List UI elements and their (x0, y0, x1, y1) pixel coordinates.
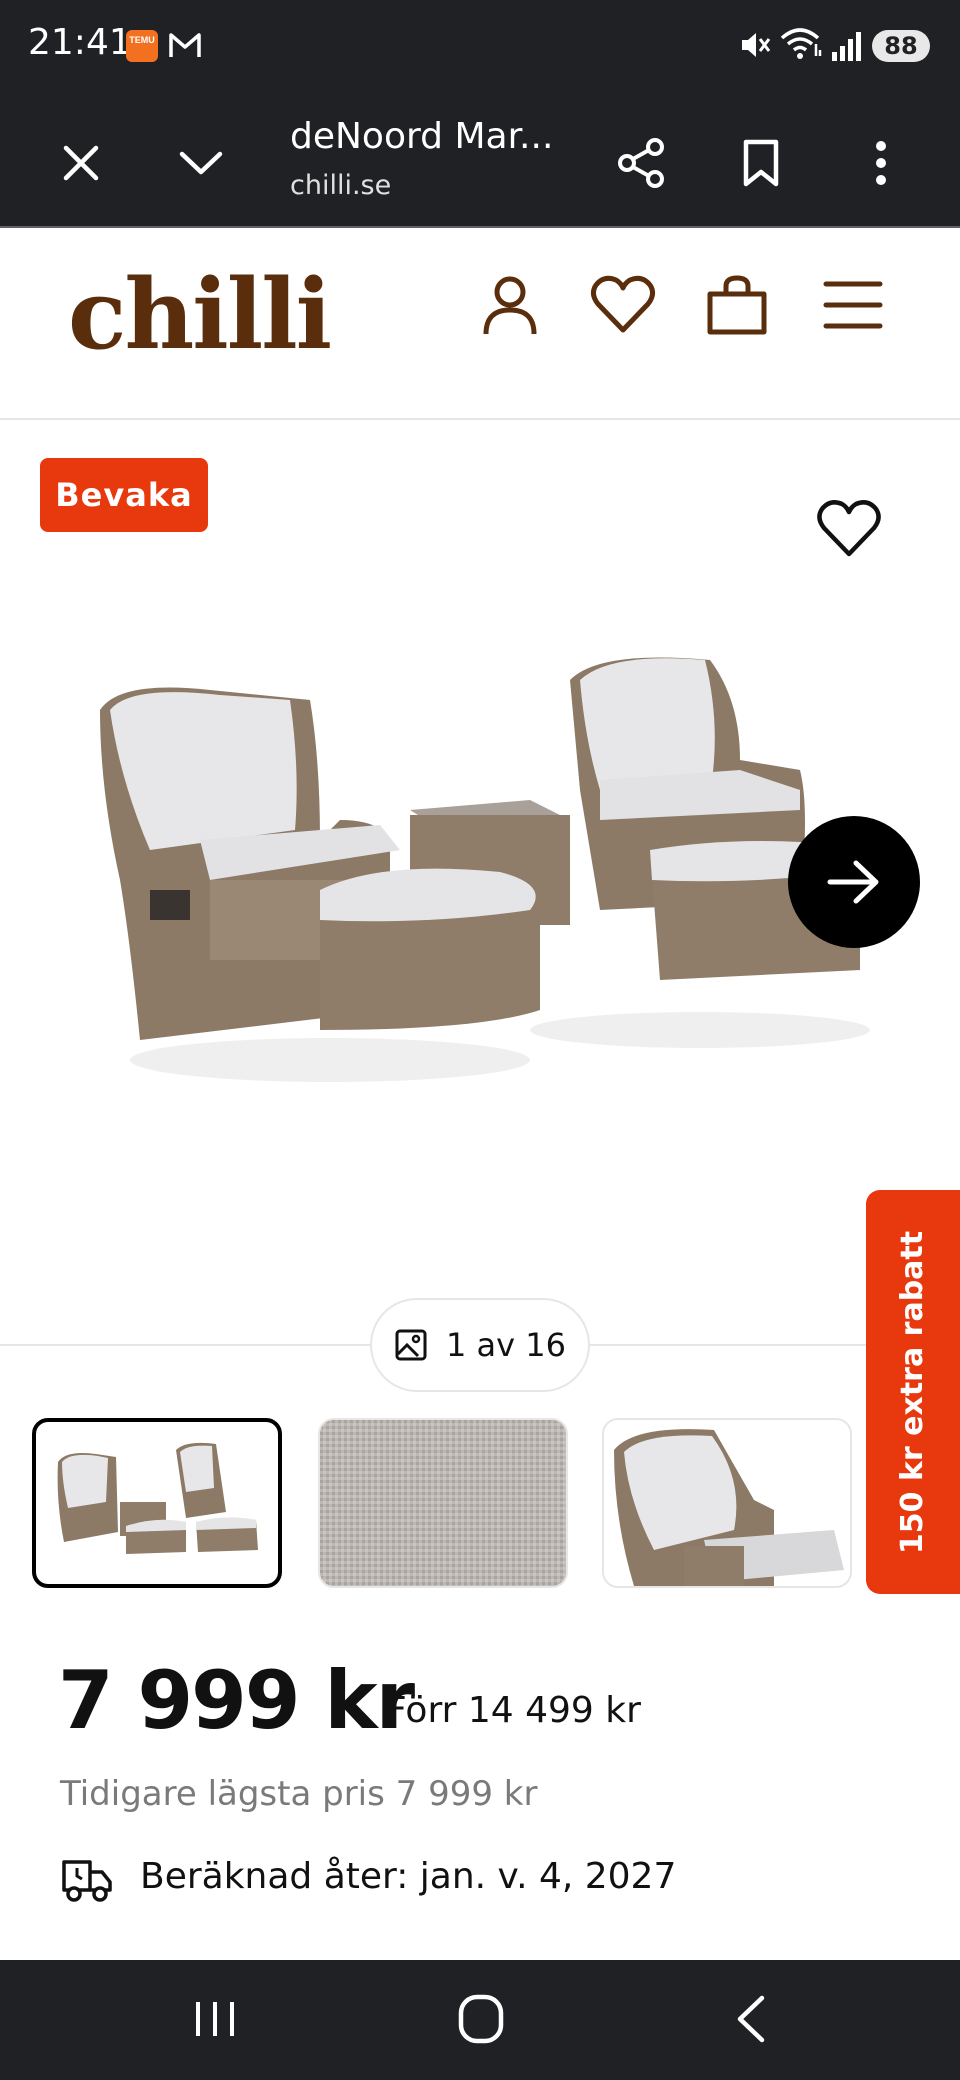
old-price: Förr 14 499 kr (386, 1690, 641, 1731)
delivery-estimate: Beräknad åter: jan. v. 4, 2027 (140, 1856, 677, 1897)
arrow-right-icon (827, 860, 879, 904)
site-header: chilli (0, 230, 960, 420)
mute-icon (742, 33, 771, 57)
temu-label: TEMU (129, 35, 155, 45)
price: 7 999 kr (58, 1654, 415, 1747)
image-counter[interactable]: 1 av 16 (370, 1298, 590, 1392)
delivery-truck-icon (62, 1860, 112, 1902)
image-counter-label: 1 av 16 (446, 1326, 566, 1364)
signal-icon (832, 32, 861, 61)
chilli-logo[interactable]: chilli (68, 258, 332, 371)
next-image-button[interactable] (788, 816, 920, 948)
promo-text: 150 kr extra rabatt (895, 1230, 931, 1554)
battery-badge: 88 (872, 30, 930, 62)
back-icon[interactable] (730, 1994, 770, 2044)
chevron-down-icon[interactable] (170, 132, 232, 194)
wishlist-heart-icon[interactable] (814, 496, 884, 562)
status-time: 21:41 (28, 22, 132, 63)
page-title[interactable]: deNoord Mar... (290, 116, 553, 157)
thumbnail-1[interactable] (32, 1418, 282, 1588)
gmail-icon (169, 33, 201, 57)
temu-notification-icon: TEMU (126, 30, 158, 62)
more-options-icon[interactable] (850, 128, 912, 198)
thumbnail-3[interactable] (602, 1418, 852, 1588)
promo-tab[interactable]: 150 kr extra rabatt (866, 1190, 960, 1594)
share-icon[interactable] (610, 128, 672, 198)
bevaka-badge[interactable]: Bevaka (40, 458, 208, 532)
system-nav-bar (0, 1960, 960, 2080)
browser-toolbar: deNoord Mar... chilli.se (0, 88, 960, 228)
thumbnail-2[interactable] (318, 1418, 568, 1588)
status-bar: 21:41 TEMU 88 (0, 0, 960, 88)
bookmark-icon[interactable] (730, 128, 792, 198)
wifi-icon (780, 28, 822, 59)
product-image[interactable] (80, 640, 880, 1110)
shopping-bag-icon[interactable] (702, 270, 772, 340)
home-icon[interactable] (456, 1992, 506, 2046)
account-icon[interactable] (478, 270, 542, 340)
heart-icon[interactable] (588, 270, 658, 340)
hamburger-menu-icon[interactable] (818, 270, 888, 340)
image-icon (395, 1329, 427, 1361)
recent-apps-icon[interactable] (190, 1994, 240, 2044)
close-icon[interactable] (50, 132, 112, 194)
page-domain[interactable]: chilli.se (290, 170, 391, 201)
lowest-price-note: Tidigare lägsta pris 7 999 kr (60, 1774, 538, 1814)
